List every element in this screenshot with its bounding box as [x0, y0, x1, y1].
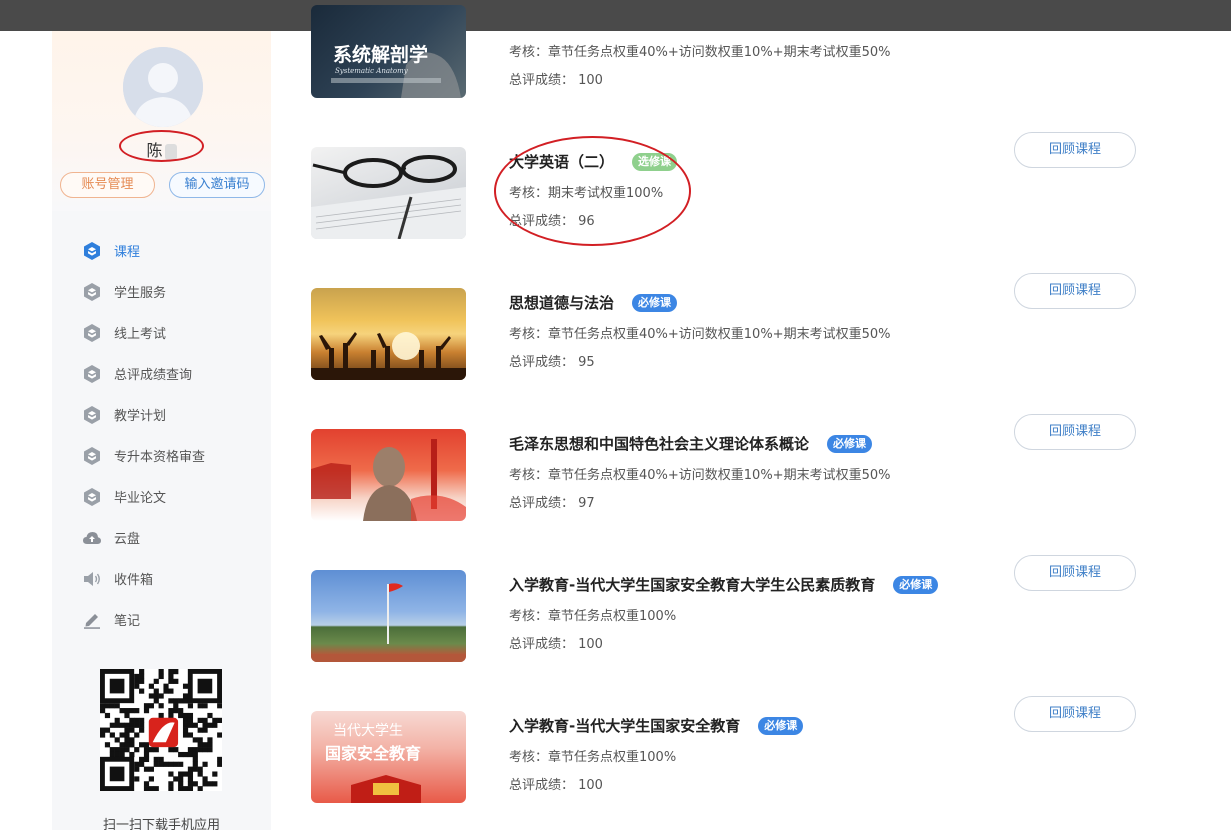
annotation-circle-course: [494, 136, 691, 246]
course-assessment: 考核：章节任务点权重100%: [509, 750, 677, 765]
statue-cover-image: [311, 439, 466, 521]
poster-text-2: 国家安全教育: [325, 744, 421, 763]
sidebar-item-label: 总评成绩查询: [114, 368, 193, 383]
course-thumbnail[interactable]: 当代大学生 国家安全教育: [311, 711, 466, 803]
course-thumbnail[interactable]: 系统解剖学 Systematic Anatomy: [311, 5, 466, 98]
cover-title: 系统解剖学: [333, 43, 428, 66]
profile-panel: 陈 账号管理 输入邀请码: [52, 31, 271, 211]
sidebar-item-notes[interactable]: 笔记: [52, 599, 271, 640]
cube-icon: [81, 364, 103, 384]
sidebar-item-label: 笔记: [114, 614, 141, 629]
course-card[interactable]: 当代大学生 国家安全教育 入学教育-当代大学生国家安全教育 必修课 考核：章节任务…: [311, 696, 1141, 804]
enter-invite-code-button[interactable]: 输入邀请码: [169, 172, 265, 198]
review-course-button[interactable]: 回顾课程: [1014, 696, 1136, 732]
required-tag: 必修课: [893, 576, 939, 594]
required-tag: 必修课: [827, 435, 873, 453]
course-score: 总评成绩： 100: [509, 73, 603, 88]
cube-icon: [81, 487, 103, 507]
review-course-button[interactable]: 回顾课程: [1014, 555, 1136, 591]
sidebar-item-label: 专升本资格审查: [114, 450, 206, 465]
course-card[interactable]: 毛泽东思想和中国特色社会主义理论体系概论 必修课 考核：章节任务点权重40%+访问…: [311, 414, 1141, 522]
course-assessment: 考核：章节任务点权重40%+访问数权重10%+期末考试权重50%: [509, 45, 891, 60]
course-card[interactable]: 思想道德与法治 必修课 考核：章节任务点权重40%+访问数权重10%+期末考试权重…: [311, 273, 1141, 381]
sidebar-item-label: 收件箱: [114, 573, 154, 588]
review-course-button[interactable]: 回顾课程: [1014, 414, 1136, 450]
course-title[interactable]: 入学教育-当代大学生国家安全教育 必修课: [509, 715, 804, 736]
sunset-people-cover-image: [311, 332, 466, 380]
course-thumbnail[interactable]: [311, 429, 466, 521]
cube-icon: [81, 405, 103, 425]
flag-campus-cover-image: [311, 583, 466, 662]
sidebar-item-inbox[interactable]: 收件箱: [52, 558, 271, 599]
sidebar-item-grade-query[interactable]: 总评成绩查询: [52, 353, 271, 394]
qr-caption: 扫一扫下载手机应用: [102, 818, 220, 830]
review-course-button[interactable]: 回顾课程: [1014, 132, 1136, 168]
course-assessment: 考核：章节任务点权重40%+访问数权重10%+期末考试权重50%: [509, 468, 891, 483]
course-title[interactable]: 思想道德与法治 必修课: [509, 292, 678, 313]
course-thumbnail[interactable]: [311, 570, 466, 662]
sidebar-item-label: 线上考试: [114, 327, 167, 342]
sidebar-item-upgrade-review[interactable]: 专升本资格审查: [52, 435, 271, 476]
course-thumbnail[interactable]: [311, 147, 466, 239]
course-thumbnail[interactable]: [311, 288, 466, 380]
sidebar-item-student-service[interactable]: 学生服务: [52, 271, 271, 312]
sidebar-item-teaching-plan[interactable]: 教学计划: [52, 394, 271, 435]
poster-text-1: 当代大学生: [333, 723, 403, 739]
app-download-qr-code: [100, 669, 223, 792]
course-score: 总评成绩： 97: [509, 496, 595, 511]
course-card[interactable]: 大学英语（二） 选修课 考核：期末考试权重100% 总评成绩： 96 回顾课程: [311, 132, 1141, 240]
account-management-button[interactable]: 账号管理: [60, 172, 155, 198]
required-tag: 必修课: [632, 294, 678, 312]
course-title[interactable]: 入学教育-当代大学生国家安全教育大学生公民素质教育 必修课: [509, 574, 939, 595]
annotation-circle-name: [119, 130, 204, 162]
course-score: 总评成绩： 100: [509, 637, 603, 652]
sidebar-item-cloud-drive[interactable]: 云盘: [52, 517, 271, 558]
course-assessment: 考核：章节任务点权重40%+访问数权重10%+期末考试权重50%: [509, 327, 891, 342]
qr-code-icon: [100, 669, 223, 792]
sidebar-item-label: 学生服务: [114, 286, 167, 301]
sidebar-item-course[interactable]: 课程: [52, 230, 271, 271]
cover-subtitle: Systematic Anatomy: [335, 67, 409, 75]
glasses-cover-image: [311, 155, 466, 239]
required-tag: 必修课: [758, 717, 804, 735]
course-title[interactable]: 毛泽东思想和中国特色社会主义理论体系概论 必修课: [509, 433, 873, 454]
anatomy-cover-image: 系统解剖学 Systematic Anatomy: [331, 43, 461, 98]
course-score: 总评成绩： 95: [509, 355, 595, 370]
course-assessment: 考核：章节任务点权重100%: [509, 609, 677, 624]
pen-icon: [81, 610, 103, 630]
cube-icon: [81, 323, 103, 343]
cloud-icon: [81, 528, 103, 548]
sidebar-item-label: 教学计划: [114, 409, 167, 424]
course-score: 总评成绩： 100: [509, 778, 603, 793]
sidebar-item-thesis[interactable]: 毕业论文: [52, 476, 271, 517]
sidebar-item-label: 云盘: [114, 532, 141, 547]
sidebar-nav: 课程 学生服务 线上考试 总评成绩查询 教学计划 专升本资格审查 毕业论文 云盘…: [52, 230, 271, 640]
course-card-partial[interactable]: 系统解剖学 Systematic Anatomy 考核：章节任务点权重40%+访…: [311, 5, 1141, 98]
cube-icon: [81, 282, 103, 302]
sidebar-item-online-exam[interactable]: 线上考试: [52, 312, 271, 353]
sidebar-item-label: 毕业论文: [114, 491, 167, 506]
course-card[interactable]: 入学教育-当代大学生国家安全教育大学生公民素质教育 必修课 考核：章节任务点权重1…: [311, 555, 1141, 663]
cube-icon: [81, 446, 103, 466]
course-cube-icon: [81, 241, 103, 261]
sidebar-item-label: 课程: [114, 245, 141, 260]
speaker-icon: [81, 569, 103, 589]
avatar[interactable]: [123, 47, 203, 127]
user-silhouette-icon: [123, 47, 203, 127]
security-poster-cover-image: 当代大学生 国家安全教育: [325, 723, 421, 803]
review-course-button[interactable]: 回顾课程: [1014, 273, 1136, 309]
